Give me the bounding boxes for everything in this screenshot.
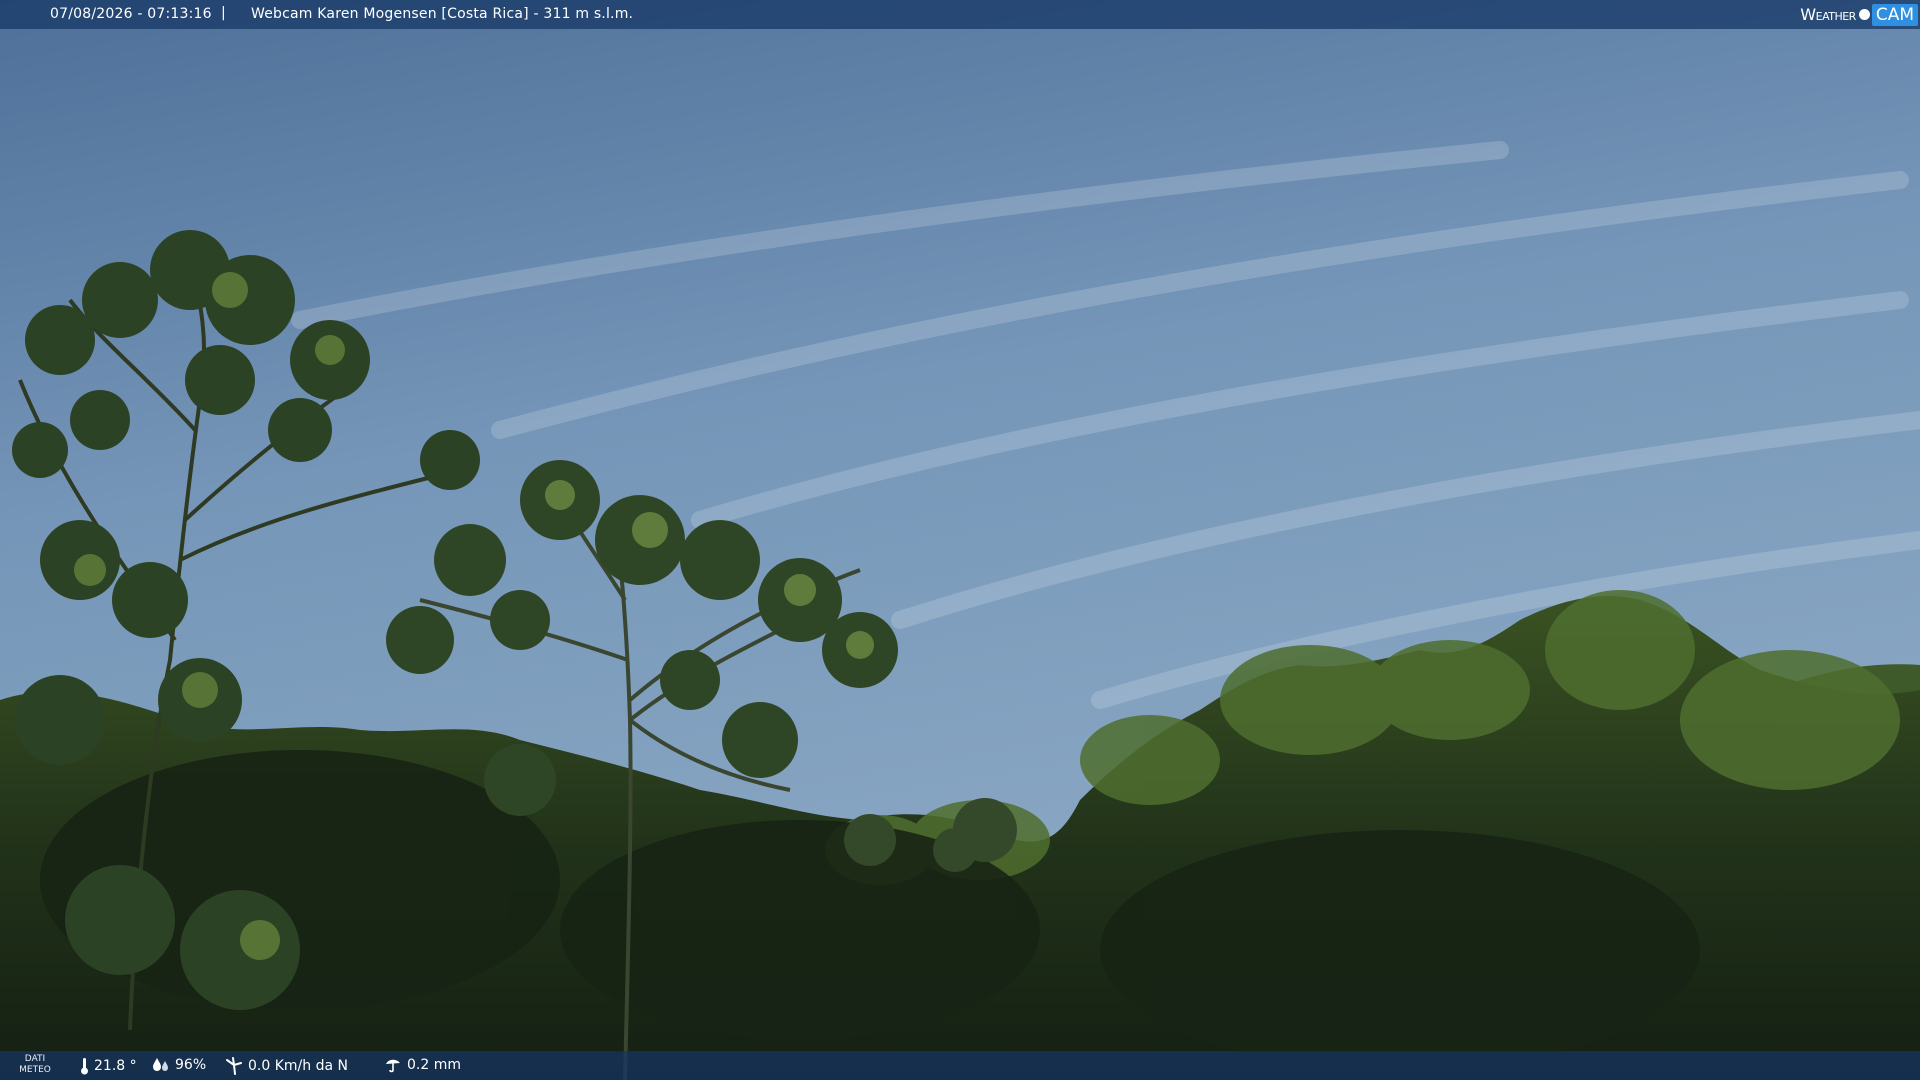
logo-cam-text: CAM (1871, 3, 1918, 26)
logo-dot-icon (1858, 9, 1870, 20)
temperature-value: 21.8 ° (94, 1058, 137, 1074)
humidity-reading: 96% (152, 1057, 206, 1073)
wind-value: 0.0 Km/h da N (248, 1058, 348, 1074)
humidity-value: 96% (175, 1057, 207, 1073)
wind-reading: 0.0 Km/h da N (225, 1057, 348, 1075)
header-bar: 07/08/2026 - 07:13:16 | Webcam Karen Mog… (0, 0, 1920, 29)
rain-reading: 0.2 mm (384, 1057, 461, 1073)
webcam-title: Webcam Karen Mogensen [Costa Rica] - 311… (251, 6, 634, 22)
temperature-reading: 21.8 ° (80, 1057, 137, 1075)
wind-turbine-icon (226, 1057, 242, 1075)
webcam-image (0, 0, 1920, 1080)
header-separator: | (221, 5, 226, 21)
weather-data-bar: DATI METEO 21.8 ° 96% 0.0 Km/h da N 0.2 … (0, 1051, 1920, 1080)
rain-icon (386, 1059, 400, 1073)
rain-value: 0.2 mm (407, 1057, 461, 1073)
weather-data-label: DATI METEO (19, 1054, 51, 1075)
logo-weather-text: Weather (1800, 5, 1856, 24)
thermometer-icon (81, 1058, 88, 1075)
weathercam-logo[interactable]: Weather CAM (1800, 2, 1918, 27)
capture-datetime: 07/08/2026 - 07:13:16 (50, 6, 212, 22)
humidity-drops-icon (153, 1058, 168, 1071)
